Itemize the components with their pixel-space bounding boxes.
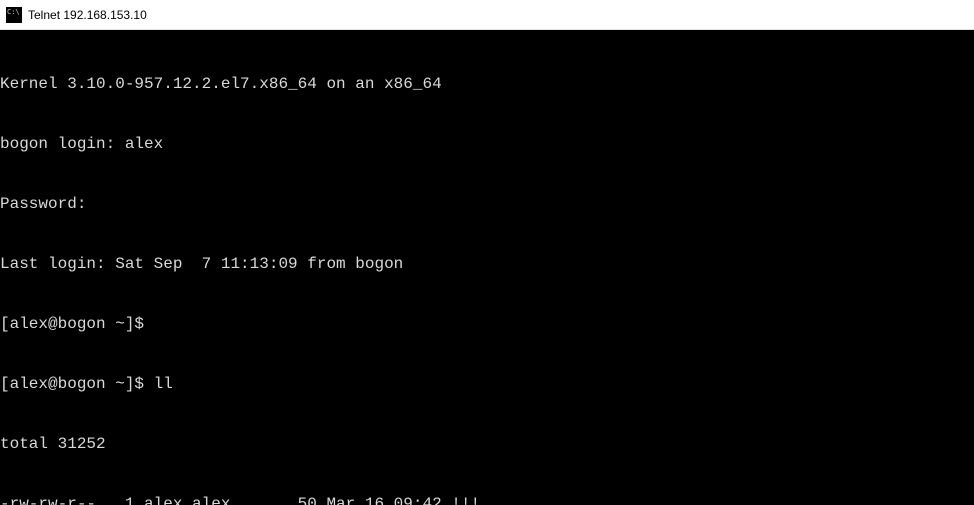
password-prompt: Password: [0, 194, 974, 214]
terminal-output[interactable]: Kernel 3.10.0-957.12.2.el7.x86_64 on an … [0, 30, 974, 505]
kernel-banner: Kernel 3.10.0-957.12.2.el7.x86_64 on an … [0, 74, 974, 94]
file-name: !!! [451, 495, 480, 505]
terminal-icon [6, 7, 22, 23]
last-login: Last login: Sat Sep 7 11:13:09 from bogo… [0, 254, 974, 274]
window-titlebar[interactable]: Telnet 192.168.153.10 [0, 0, 974, 30]
file-meta: -rw-rw-r--. 1 alex alex 50 Mar 16 09:42 [0, 495, 451, 505]
window-title: Telnet 192.168.153.10 [28, 8, 147, 22]
list-item: -rw-rw-r--. 1 alex alex 50 Mar 16 09:42 … [0, 494, 974, 505]
shell-prompt-ll: [alex@bogon ~]$ ll [0, 374, 974, 394]
total-line: total 31252 [0, 434, 974, 454]
file-listing: -rw-rw-r--. 1 alex alex 50 Mar 16 09:42 … [0, 494, 974, 505]
login-prompt: bogon login: alex [0, 134, 974, 154]
shell-prompt: [alex@bogon ~]$ [0, 314, 974, 334]
